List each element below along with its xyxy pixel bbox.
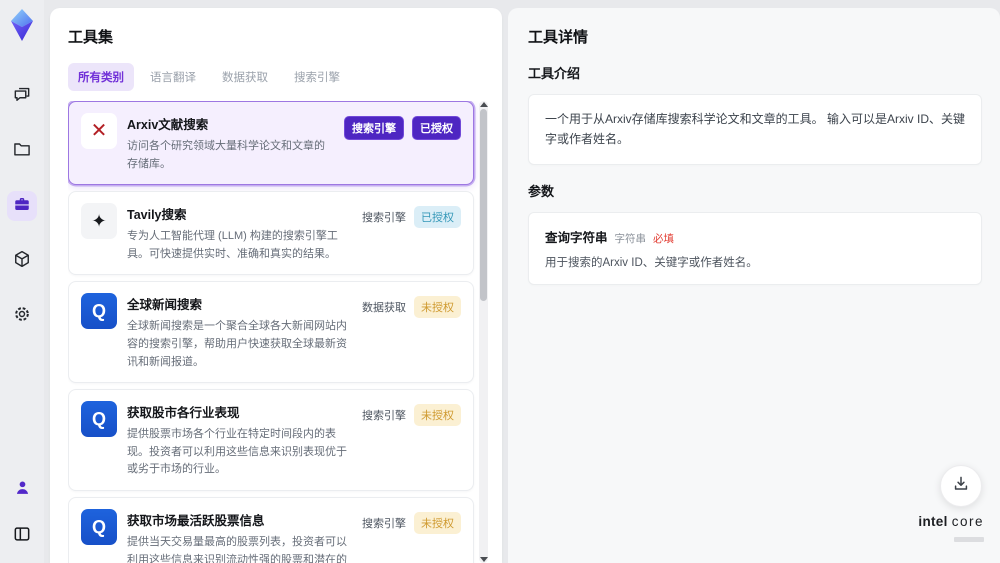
app-logo-gem-icon bbox=[7, 8, 37, 47]
q-glyph: Q bbox=[91, 516, 106, 537]
tool-tags: 数据获取 未授权 bbox=[362, 293, 461, 371]
scrollbar-thumb[interactable] bbox=[480, 109, 487, 301]
brand-intel-text: intel bbox=[918, 513, 948, 529]
arxiv-x-glyph: ✕ bbox=[90, 120, 108, 142]
sidebar-bottom bbox=[7, 475, 37, 551]
scroll-down-arrow-icon[interactable] bbox=[480, 557, 488, 562]
toolbox-icon bbox=[13, 195, 31, 218]
tool-tags: 搜索引擎 已授权 bbox=[362, 203, 461, 263]
scroll-up-arrow-icon[interactable] bbox=[480, 102, 488, 107]
tab-data-fetch[interactable]: 数据获取 bbox=[212, 63, 278, 91]
sidebar bbox=[0, 0, 44, 563]
settings-gear-icon bbox=[12, 304, 32, 329]
tool-card-tavily[interactable]: ✦ Tavily搜索 专为人工智能代理 (LLM) 构建的搜索引擎工具。可快速提… bbox=[68, 191, 474, 276]
param-description: 用于搜索的Arxiv ID、关键字或作者姓名。 bbox=[545, 256, 758, 269]
tool-info: 获取市场最活跃股票信息 提供当天交易量最高的股票列表，投资者可以利用这些信息来识… bbox=[127, 509, 352, 563]
sidebar-item-collapse[interactable] bbox=[7, 521, 37, 551]
user-icon bbox=[13, 478, 32, 502]
tool-tags: 搜索引擎 未授权 bbox=[362, 509, 461, 563]
brand-subtext-bar bbox=[954, 537, 984, 543]
status-badge: 已授权 bbox=[412, 116, 461, 140]
intro-heading: 工具介绍 bbox=[528, 66, 581, 81]
sidebar-item-settings[interactable] bbox=[7, 301, 37, 331]
param-header: 查询字符串 字符串 必填 bbox=[545, 227, 965, 246]
folder-icon bbox=[12, 139, 32, 164]
param-required-flag: 必填 bbox=[653, 232, 675, 245]
app-root: 工具集 所有类别 语言翻译 数据获取 搜索引擎 ✕ Arxiv文献搜索 访问各个… bbox=[0, 0, 1000, 563]
category-label: 搜索引擎 bbox=[362, 517, 406, 530]
stock-logo-icon: Q bbox=[81, 401, 117, 438]
status-badge: 已授权 bbox=[414, 206, 461, 229]
tool-info: 获取股市各行业表现 提供股票市场各个行业在特定时间段内的表现。投资者可以利用这些… bbox=[127, 401, 352, 479]
param-type: 字符串 bbox=[614, 232, 647, 245]
tool-list: ✕ Arxiv文献搜索 访问各个研究领域大量科学论文和文章的存储库。 搜索引擎 … bbox=[68, 101, 488, 563]
category-label: 搜索引擎 bbox=[362, 410, 406, 423]
tool-name: 全球新闻搜索 bbox=[127, 298, 203, 313]
sidebar-item-chat[interactable] bbox=[7, 81, 37, 111]
tool-description: 提供当天交易量最高的股票列表，投资者可以利用这些信息来识别流动性强的股票和潜在的… bbox=[127, 535, 347, 563]
news-search-logo-icon: Q bbox=[81, 293, 117, 330]
tool-details-panel: 工具详情 工具介绍 一个用于从Arxiv存储库搜索科学论文和文章的工具。 输入可… bbox=[508, 8, 1000, 563]
sidebar-nav bbox=[7, 81, 37, 331]
intel-core-logo: intel core bbox=[918, 513, 984, 547]
tool-info: Tavily搜索 专为人工智能代理 (LLM) 构建的搜索引擎工具。可快速提供实… bbox=[127, 203, 352, 263]
tool-card-stock-sectors[interactable]: Q 获取股市各行业表现 提供股票市场各个行业在特定时间段内的表现。投资者可以利用… bbox=[68, 389, 474, 491]
tool-tags: 搜索引擎 已授权 bbox=[344, 113, 461, 173]
category-label: 搜索引擎 bbox=[362, 212, 406, 225]
tool-description: 全球新闻搜索是一个聚合全球各大新闻网站内容的搜索引擎，帮助用户快速获取全球最新资… bbox=[127, 320, 347, 368]
sidebar-item-packages[interactable] bbox=[7, 246, 37, 276]
status-badge: 未授权 bbox=[414, 404, 461, 427]
download-icon bbox=[951, 474, 971, 499]
stock-logo-icon: Q bbox=[81, 508, 117, 545]
tool-description: 访问各个研究领域大量科学论文和文章的存储库。 bbox=[127, 140, 325, 170]
tab-language-translation[interactable]: 语言翻译 bbox=[140, 63, 206, 91]
cube-icon bbox=[12, 249, 32, 274]
tool-description: 专为人工智能代理 (LLM) 构建的搜索引擎工具。可快速提供实时、准确和真实的结… bbox=[127, 230, 338, 260]
tool-name: Arxiv文献搜索 bbox=[127, 118, 209, 132]
param-box: 查询字符串 字符串 必填 用于搜索的Arxiv ID、关键字或作者姓名。 bbox=[528, 211, 982, 285]
sidebar-item-toolset[interactable] bbox=[7, 191, 37, 221]
main-area: 工具集 所有类别 语言翻译 数据获取 搜索引擎 ✕ Arxiv文献搜索 访问各个… bbox=[44, 0, 1000, 563]
q-glyph: Q bbox=[91, 301, 106, 322]
category-label: 数据获取 bbox=[362, 302, 406, 315]
tool-name: 获取市场最活跃股票信息 bbox=[127, 513, 265, 528]
details-title: 工具详情 bbox=[528, 29, 589, 46]
tool-tags: 搜索引擎 未授权 bbox=[362, 401, 461, 479]
panel-toggle-icon bbox=[12, 524, 32, 549]
param-name: 查询字符串 bbox=[545, 230, 608, 245]
tool-info: Arxiv文献搜索 访问各个研究领域大量科学论文和文章的存储库。 bbox=[127, 113, 334, 173]
tool-info: 全球新闻搜索 全球新闻搜索是一个聚合全球各大新闻网站内容的搜索引擎，帮助用户快速… bbox=[127, 293, 352, 371]
tool-name: Tavily搜索 bbox=[127, 208, 187, 223]
params-heading: 参数 bbox=[528, 183, 555, 199]
list-scrollbar[interactable] bbox=[479, 101, 488, 563]
intro-box: 一个用于从Arxiv存储库搜索科学论文和文章的工具。 输入可以是Arxiv ID… bbox=[528, 94, 982, 165]
brand-core-text: core bbox=[951, 513, 984, 529]
intro-text: 一个用于从Arxiv存储库搜索科学论文和文章的工具。 输入可以是Arxiv ID… bbox=[545, 112, 966, 147]
tab-all-categories[interactable]: 所有类别 bbox=[68, 63, 134, 91]
q-glyph: Q bbox=[91, 409, 106, 430]
tool-card-global-news[interactable]: Q 全球新闻搜索 全球新闻搜索是一个聚合全球各大新闻网站内容的搜索引擎，帮助用户… bbox=[68, 281, 474, 384]
arxiv-logo-icon: ✕ bbox=[81, 113, 117, 149]
toolset-title: 工具集 bbox=[68, 29, 114, 46]
tool-name: 获取股市各行业表现 bbox=[127, 406, 240, 421]
status-badge: 未授权 bbox=[414, 511, 461, 534]
tavily-star-icon: ✦ bbox=[81, 203, 117, 240]
star-glyph: ✦ bbox=[91, 211, 107, 232]
tool-card-active-stocks[interactable]: Q 获取市场最活跃股票信息 提供当天交易量最高的股票列表，投资者可以利用这些信息… bbox=[68, 496, 474, 563]
tool-card-arxiv[interactable]: ✕ Arxiv文献搜索 访问各个研究领域大量科学论文和文章的存储库。 搜索引擎 … bbox=[68, 101, 474, 186]
category-badge: 搜索引擎 bbox=[344, 116, 404, 140]
tool-description: 提供股票市场各个行业在特定时间段内的表现。投资者可以利用这些信息来识别表现优于或… bbox=[127, 428, 347, 476]
toolset-panel: 工具集 所有类别 语言翻译 数据获取 搜索引擎 ✕ Arxiv文献搜索 访问各个… bbox=[50, 8, 502, 563]
sidebar-item-files[interactable] bbox=[7, 136, 37, 166]
category-tabs: 所有类别 语言翻译 数据获取 搜索引擎 bbox=[68, 63, 488, 91]
sidebar-item-account[interactable] bbox=[7, 475, 37, 505]
tab-search-engine[interactable]: 搜索引擎 bbox=[284, 63, 350, 91]
chat-icon bbox=[12, 84, 32, 109]
status-badge: 未授权 bbox=[414, 296, 461, 319]
download-button[interactable] bbox=[940, 465, 982, 507]
